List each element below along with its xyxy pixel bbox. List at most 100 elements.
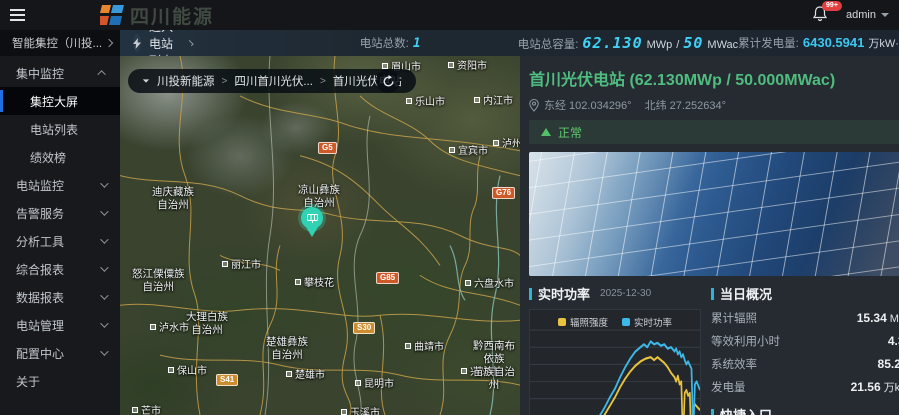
sidebar-item-analysis-tools[interactable]: 分析工具 [0,227,120,255]
quick-entry-title: 快捷入口 [720,405,772,415]
map-city-label: 内江市 [474,92,513,107]
status-normal-icon [541,128,551,136]
lightning-icon [133,34,141,52]
sidebar-item-alarm-service[interactable]: 告警服务 [0,199,120,227]
daily-row-system-efficiency: 系统效率 85.28 % [711,356,899,372]
sidebar-item-综合报表[interactable]: 综合报表 [0,255,120,283]
map-city-label: 丽江市 [222,256,261,271]
map-city-label: 楚雄市 [286,366,325,381]
station-map-pin[interactable] [301,207,323,229]
station-photo [529,152,899,276]
map-city-label: 玉溪市 [341,404,380,415]
stat-total-capacity: 电站总容量: 62.130 MWp / 50 MWac [518,34,738,52]
map-city-label: 保山市 [168,362,207,377]
legend-swatch-cyan [622,318,630,326]
road-badge: G76 [492,187,515,199]
chevron-right-icon [105,39,113,47]
map-prefecture-label: 怒江傈僳族 自治州 [132,268,185,294]
daily-overview-title: 当日概况 [720,284,772,303]
section-accent-bar [529,288,532,300]
stat-station-count: 电站总数: 1 [360,35,422,51]
sidebar-item-about[interactable]: 关于 [0,367,120,395]
realtime-power-section: 实时功率 2025-12-30 辐照强度 实时功率 [529,284,701,415]
road-badge: S30 [353,322,375,334]
daily-overview-section: 当日概况 [711,284,899,303]
chevron-down-icon [881,13,889,17]
chevron-up-icon [97,70,105,78]
sidebar-item-station-management[interactable]: 电站管理 [0,311,120,339]
logo-icon [100,5,124,25]
sidebar-org-selector[interactable]: 智能集控（川投... [0,30,120,56]
sidebar-item-central-monitoring[interactable]: 集中监控 [0,59,120,87]
sidebar-item-station-monitoring[interactable]: 电站监控 [0,171,120,199]
road-badge: G5 [318,142,337,154]
sidebar-item-data-reports[interactable]: 数据报表 [0,283,120,311]
map-city-label: 六盘水市 [465,275,514,290]
chevron-down-icon [100,207,108,215]
energy-value: 6430.5941 [803,35,864,50]
chevron-down-icon [100,347,108,355]
map-city-label: 泸水市 [150,319,189,334]
station-detail-panel: 首川光伏电站 (62.130MWp / 50.000MWac) 东经 102.0… [520,56,899,415]
location-pin-icon [529,99,539,112]
chevron-down-icon [100,263,108,271]
station-status-bar: 正常 [529,120,899,144]
sidebar-item-config-center[interactable]: 配置中心 [0,339,120,367]
latitude: 北纬 27.252634° [645,97,726,113]
map-prefecture-label: 凉山彝族 自治州 [298,184,340,210]
app-logo: 四川能源 [100,2,214,29]
notification-count-badge: 99+ [822,1,842,11]
chevron-down-icon [100,319,108,327]
quick-entry-section: 快捷入口 [711,405,899,415]
daily-row-equivalent-hours: 等效利用小时 4.31 h [711,333,899,349]
station-title: 首川光伏电站 (62.130MWp / 50.000MWac) [529,66,899,90]
station-coordinates: 东经 102.034296° 北纬 27.252634° [529,97,899,113]
breadcrumb-company[interactable]: 四川首川光伏... [234,73,313,89]
section-accent-bar [711,409,714,415]
app-title: 四川能源 [130,2,214,29]
status-text: 正常 [558,124,582,141]
chevron-right-icon [187,40,193,46]
chevron-down-icon [100,291,108,299]
hamburger-menu-icon[interactable] [0,9,38,21]
stats-topbar: 进入电站列表 电站总数: 1 电站总容量: 62.130 MWp / 50 MW… [120,30,899,56]
road-badge: G85 [376,272,399,284]
map-breadcrumb: 川投新能源 > 四川首川光伏... > 首川光伏电站 [128,69,416,93]
map-prefecture-label: 大理白族 自治州 [186,311,228,337]
map-city-label: 资阳市 [448,57,487,72]
road-badge: S41 [216,374,238,386]
refresh-icon [382,75,395,88]
map-city-label: 芒市 [132,402,161,415]
sidebar-item-central-screen[interactable]: 集控大屏 [0,87,120,115]
user-menu[interactable]: admin [846,9,889,21]
capacity-mwac-value: 50 [683,34,703,52]
chart-date: 2025-12-30 [600,288,651,299]
daily-row-irradiation: 累计辐照 15.34 MJ/m² [711,310,899,326]
stat-total-energy: 累计发电量: 6430.5941 万kW·h [738,35,899,51]
breadcrumb-group[interactable]: 川投新能源 [157,73,215,89]
station-count-value: 1 [413,36,422,51]
sidebar: 智能集控（川投... 集中监控 集控大屏 电站列表 绩效榜 电站监控 告警服务 … [0,30,120,415]
realtime-power-title: 实时功率 [538,284,590,303]
map-prefecture-label: 迪庆藏族 自治州 [152,186,194,212]
sidebar-item-performance[interactable]: 绩效榜 [0,143,120,171]
map-city-label: 泸州市 [493,135,520,150]
org-label: 智能集控（川投... [12,35,102,51]
chevron-down-icon [100,179,108,187]
map-prefecture-label: 楚雄彝族 自治州 [266,336,308,362]
map-city-label: 昆明市 [355,375,394,390]
legend-irradiance[interactable]: 辐照强度 [558,315,608,329]
realtime-power-chart[interactable]: 辐照强度 实时功率 [529,309,701,415]
map-refresh-button[interactable] [376,69,400,93]
chevron-down-icon [100,235,108,243]
satellite-map[interactable]: 眉山市 资阳市 乐山市 内江市 宜宾市 泸州市 凉山彝族 自治州 迪庆藏族 自治… [120,56,520,415]
map-city-label: 宜宾市 [449,142,488,157]
map-city-label: 乐山市 [406,93,445,108]
legend-swatch-yellow [558,318,566,326]
map-city-label: 曲靖市 [405,338,444,353]
solar-plant-icon [307,214,318,223]
legend-power[interactable]: 实时功率 [622,315,672,329]
chevron-down-icon[interactable] [143,79,149,82]
sidebar-item-station-list[interactable]: 电站列表 [0,115,120,143]
notifications-bell[interactable]: 99+ [812,5,832,25]
